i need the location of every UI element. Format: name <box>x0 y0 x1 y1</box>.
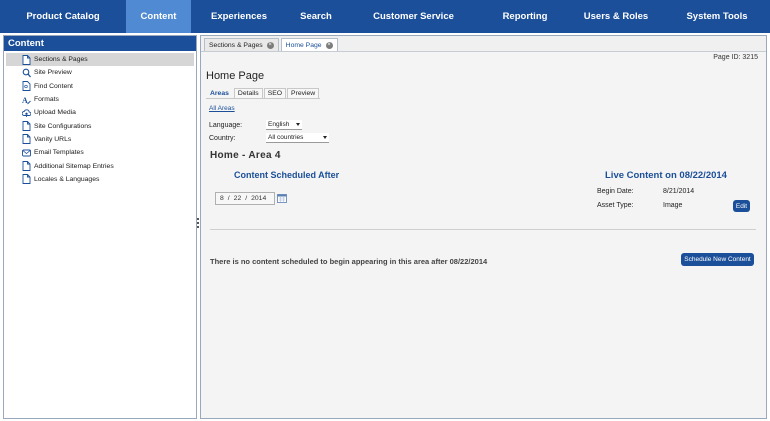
subtab-details[interactable]: Details <box>233 88 263 98</box>
sidebar-item-upload-media[interactable]: Upload Media <box>4 106 196 119</box>
section-divider <box>210 229 756 230</box>
page-title: Home Page <box>206 70 265 82</box>
date-year: 2014 <box>251 195 267 202</box>
calendar-icon[interactable] <box>277 193 287 203</box>
tab-label: Home Page <box>285 41 322 49</box>
close-icon[interactable]: × <box>325 41 333 49</box>
sidebar-item-vanity-urls[interactable]: Vanity URLs <box>4 133 196 146</box>
format-icon: A <box>21 95 31 105</box>
nav-product-catalog[interactable]: Product Catalog <box>0 0 126 33</box>
sidebar-item-site-preview[interactable]: Site Preview <box>4 66 196 79</box>
begin-date-label: Begin Date: <box>597 188 634 195</box>
sidebar-item-label: Locales & Languages <box>34 175 100 183</box>
date-day: 22 <box>233 195 242 202</box>
chevron-down-icon <box>323 136 327 139</box>
grip-dot <box>197 218 199 220</box>
asset-type-value: Image <box>663 202 683 209</box>
language-label: Language: <box>209 121 243 129</box>
page-icon <box>21 54 31 65</box>
email-icon <box>21 148 31 158</box>
main-panel: Sections & Pages × Home Page × Page ID: … <box>200 35 767 419</box>
page-search-icon <box>21 81 31 92</box>
sidebar-list: Sections & Pages Site Preview Find Conte… <box>4 53 196 186</box>
sidebar-item-label: Formats <box>34 96 59 104</box>
content-sidebar: Content Sections & Pages Site Preview Fi… <box>3 35 197 419</box>
subtab-areas[interactable]: Areas <box>206 88 233 98</box>
sidebar-item-find-content[interactable]: Find Content <box>4 80 196 93</box>
nav-system-tools[interactable]: System Tools <box>664 0 770 33</box>
nav-content[interactable]: Content <box>126 0 191 33</box>
nav-experiences[interactable]: Experiences <box>191 0 287 33</box>
sidebar-item-formats[interactable]: A Formats <box>4 93 196 106</box>
language-select[interactable]: English <box>266 120 302 130</box>
edit-button[interactable]: Edit <box>733 200 750 212</box>
close-icon[interactable]: × <box>266 41 274 49</box>
subtab-seo[interactable]: SEO <box>263 88 287 98</box>
subtab-preview[interactable]: Preview <box>287 88 320 98</box>
sidebar-item-label: Email Templates <box>34 149 84 157</box>
page-icon <box>21 121 31 132</box>
sidebar-item-additional-sitemap-entries[interactable]: Additional Sitemap Entries <box>4 159 196 172</box>
all-areas-link[interactable]: All Areas <box>209 105 235 112</box>
sidebar-item-label: Sections & Pages <box>34 56 88 64</box>
nav-reporting[interactable]: Reporting <box>482 0 568 33</box>
nav-customer-service[interactable]: Customer Service <box>345 0 482 33</box>
nav-users-roles[interactable]: Users & Roles <box>568 0 664 33</box>
begin-date-value: 8/21/2014 <box>663 188 695 195</box>
live-content-heading: Live Content on 08/22/2014 <box>605 170 727 181</box>
svg-text:A: A <box>22 96 28 105</box>
sidebar-item-site-configurations[interactable]: Site Configurations <box>4 119 196 132</box>
date-separator: / <box>227 195 230 202</box>
country-label: Country: <box>209 134 236 142</box>
sidebar-item-label: Find Content <box>34 82 73 90</box>
tab-sections-pages[interactable]: Sections & Pages × <box>204 38 279 51</box>
date-separator: / <box>245 195 248 202</box>
sidebar-item-label: Vanity URLs <box>34 135 72 143</box>
top-navigation: Product Catalog Content Experiences Sear… <box>0 0 770 33</box>
sidebar-item-sections-pages[interactable]: Sections & Pages <box>6 53 194 67</box>
scheduled-content-heading: Content Scheduled After <box>234 170 340 180</box>
tab-home-page[interactable]: Home Page × <box>280 38 338 51</box>
tab-label: Sections & Pages <box>209 41 263 49</box>
country-row: Country: All countries <box>209 133 329 143</box>
sidebar-item-email-templates[interactable]: Email Templates <box>4 146 196 159</box>
page-icon <box>21 134 31 145</box>
upload-icon <box>21 108 31 118</box>
sidebar-item-label: Upload Media <box>34 109 76 117</box>
grip-dot <box>197 222 199 224</box>
chevron-down-icon <box>296 123 300 126</box>
sidebar-item-label: Site Preview <box>34 69 72 77</box>
schedule-date-input[interactable]: 8 / 22 / 2014 <box>215 192 275 205</box>
page-subtabs: Areas Details SEO Preview <box>206 88 321 99</box>
area-title: Home - Area 4 <box>210 150 281 161</box>
sidebar-item-locales-languages[interactable]: Locales & Languages <box>4 173 196 186</box>
page-icon <box>21 174 31 185</box>
schedule-new-content-button[interactable]: Schedule New Content <box>681 253 754 266</box>
no-content-message: There is no content scheduled to begin a… <box>210 257 488 266</box>
document-tabbar: Sections & Pages × Home Page × <box>201 36 766 52</box>
country-select[interactable]: All countries <box>266 133 329 143</box>
language-value: English <box>268 121 290 128</box>
sidebar-item-label: Additional Sitemap Entries <box>34 162 114 170</box>
sidebar-item-label: Site Configurations <box>34 122 92 130</box>
date-month: 8 <box>220 195 224 202</box>
language-row: Language: English <box>209 120 302 130</box>
asset-type-label: Asset Type: <box>597 202 634 209</box>
page-id-label: Page ID: 3215 <box>713 54 758 61</box>
grip-dot <box>197 226 199 228</box>
country-value: All countries <box>268 134 304 141</box>
magnifier-icon <box>21 68 31 78</box>
nav-search[interactable]: Search <box>287 0 345 33</box>
sidebar-title: Content <box>4 36 196 51</box>
page-icon <box>21 161 31 171</box>
